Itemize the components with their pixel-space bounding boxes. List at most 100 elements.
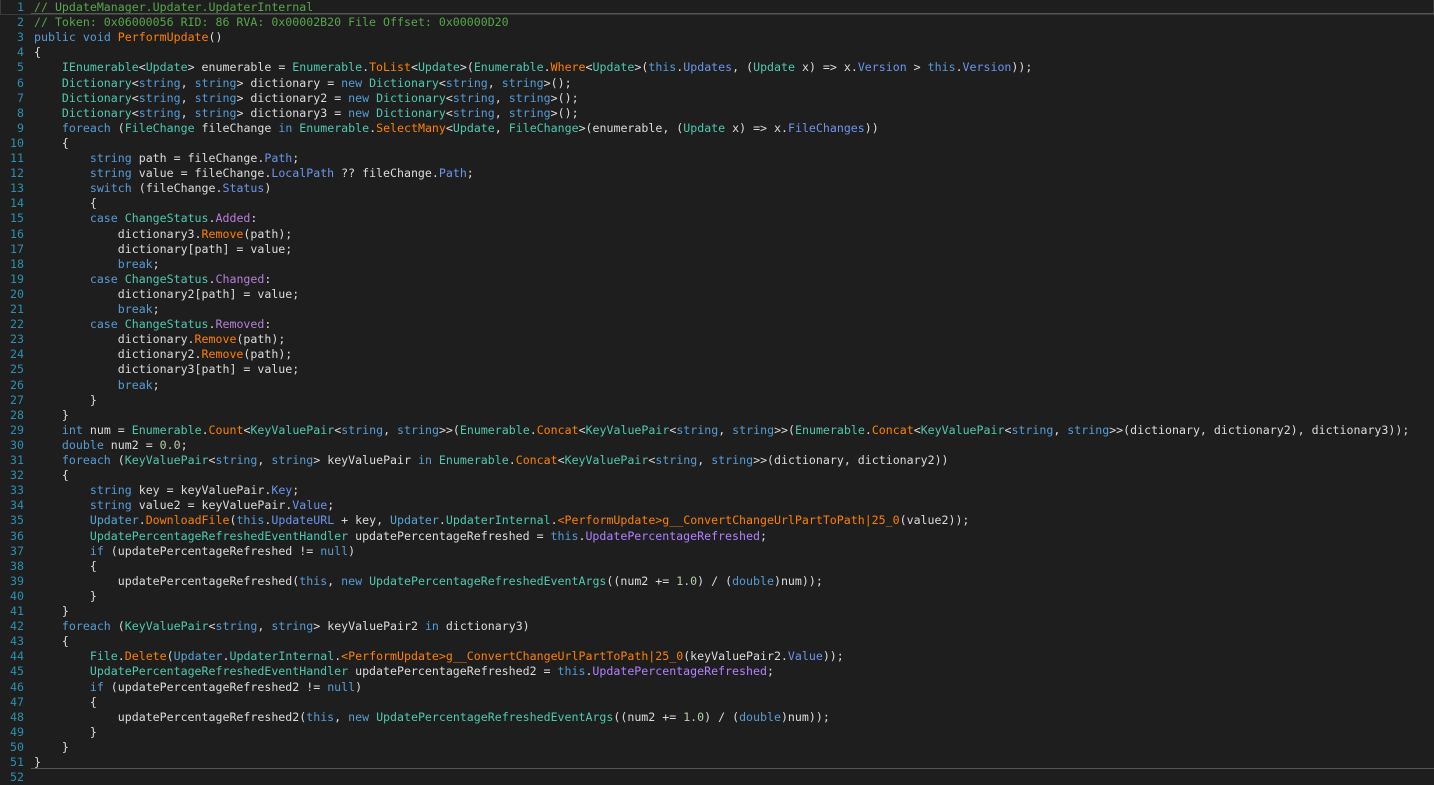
code-token: < — [131, 106, 139, 120]
code-line[interactable]: 13 switch (fileChange.Status) — [0, 180, 1434, 196]
code-line[interactable]: 18 break; — [0, 256, 1434, 272]
code-token: ; — [152, 378, 160, 392]
code-line[interactable]: 26 break; — [0, 377, 1434, 393]
line-number: 51 — [10, 755, 24, 769]
code-line[interactable]: 31 foreach (KeyValuePair<string, string>… — [0, 452, 1434, 468]
code-token: <PerformUpdate>g__ConvertChangeUrlPartTo… — [341, 649, 684, 663]
code-line[interactable]: 39 updatePercentageRefreshed(this, new U… — [0, 573, 1434, 589]
code-line[interactable]: 20 dictionary2[path] = value; — [0, 286, 1434, 302]
code-token: this — [927, 60, 956, 74]
code-token: in — [278, 121, 293, 135]
code-token: ; — [759, 529, 767, 543]
code-text: { — [30, 694, 97, 710]
code-line[interactable]: 29 int num = Enumerable.Count<KeyValuePa… — [0, 422, 1434, 438]
code-line[interactable]: 33 string key = keyValuePair.Key; — [0, 482, 1434, 498]
code-token: ChangeStatus — [124, 211, 209, 225]
code-text: IEnumerable<Update> enumerable = Enumera… — [30, 59, 1032, 75]
code-line[interactable]: 25 dictionary3[path] = value; — [0, 361, 1434, 377]
code-line[interactable]: 9 foreach (FileChange fileChange in Enum… — [0, 120, 1434, 136]
code-line[interactable]: 16 dictionary3.Remove(path); — [0, 226, 1434, 242]
code-token: if — [89, 680, 104, 694]
code-line[interactable]: 44 File.Delete(Updater.UpdaterInternal.<… — [0, 648, 1434, 664]
code-token: UpdateURL — [271, 513, 335, 527]
code-line[interactable]: 4{ — [0, 44, 1434, 60]
code-token: KeyValuePair — [124, 619, 209, 633]
code-token: Version — [962, 60, 1012, 74]
code-token: > dictionary2 = — [236, 91, 349, 105]
code-text: } — [30, 588, 97, 604]
code-line[interactable]: 11 string path = fileChange.Path; — [0, 150, 1434, 166]
code-token: Update — [145, 60, 188, 74]
code-token: )); — [822, 649, 844, 663]
code-editor[interactable]: 1 // UpdateManager.Updater.UpdaterInterna… — [0, 0, 1434, 785]
code-line[interactable]: 50 } — [0, 739, 1434, 755]
code-token: case — [89, 211, 118, 225]
code-line[interactable]: 42 foreach (KeyValuePair<string, string>… — [0, 618, 1434, 634]
code-line[interactable]: 46 if (updatePercentageRefreshed2 != nul… — [0, 679, 1434, 695]
code-token: string — [194, 91, 237, 105]
code-line[interactable]: 47 { — [0, 694, 1434, 710]
code-token: Enumerable — [292, 60, 363, 74]
code-token: new — [348, 91, 370, 105]
code-line[interactable]: 12 string value = fileChange.LocalPath ?… — [0, 165, 1434, 181]
code-text: if (updatePercentageRefreshed != null) — [30, 543, 355, 559]
code-line[interactable]: 24 dictionary2.Remove(path); — [0, 346, 1434, 362]
code-line[interactable]: 5 IEnumerable<Update> enumerable = Enume… — [0, 59, 1434, 75]
code-token: < — [410, 60, 418, 74]
line-number: 24 — [10, 347, 24, 361]
code-line[interactable]: 2 // Token: 0x06000056 RID: 86 RVA: 0x000… — [0, 14, 1434, 30]
code-text: foreach (KeyValuePair<string, string> ke… — [30, 618, 530, 634]
code-line[interactable]: 35 Updater.DownloadFile(this.UpdateURL +… — [0, 512, 1434, 528]
code-line[interactable]: 45 UpdatePercentageRefreshedEventHandler… — [0, 663, 1434, 679]
code-line[interactable]: 19 case ChangeStatus.Changed: — [0, 271, 1434, 287]
code-line[interactable]: 48 updatePercentageRefreshed2(this, new … — [0, 709, 1434, 725]
code-line[interactable]: 14 { — [0, 195, 1434, 211]
code-line[interactable]: 6 Dictionary<string, string> dictionary … — [0, 75, 1434, 91]
code-line[interactable]: 36 UpdatePercentageRefreshedEventHandler… — [0, 528, 1434, 544]
code-line[interactable]: 10 { — [0, 135, 1434, 151]
line-number: 50 — [10, 740, 24, 754]
code-line[interactable]: 28 } — [0, 407, 1434, 423]
code-token: , — [494, 106, 509, 120]
code-line[interactable]: 7 Dictionary<string, string> dictionary2… — [0, 90, 1434, 106]
code-line[interactable]: 22 case ChangeStatus.Removed: — [0, 316, 1434, 332]
code-token: Concat — [871, 423, 914, 437]
code-line[interactable]: 8 Dictionary<string, string> dictionary3… — [0, 105, 1434, 121]
line-number: 21 — [10, 302, 24, 316]
code-line[interactable]: 23 dictionary.Remove(path); — [0, 331, 1434, 347]
code-line[interactable]: 43 { — [0, 633, 1434, 649]
code-line[interactable]: 34 string value2 = keyValuePair.Value; — [0, 497, 1434, 513]
code-line[interactable]: 40 } — [0, 588, 1434, 604]
code-line[interactable]: 32 { — [0, 467, 1434, 483]
code-line[interactable]: 27 } — [0, 392, 1434, 408]
code-token: in — [417, 453, 432, 467]
code-line[interactable]: 30 double num2 = 0.0; — [0, 437, 1434, 453]
code-line[interactable]: 21 break; — [0, 301, 1434, 317]
code-line[interactable]: 15 case ChangeStatus.Added: — [0, 210, 1434, 226]
code-token: (fileChange. — [131, 181, 223, 195]
code-line[interactable]: 49 } — [0, 724, 1434, 740]
code-token: < — [438, 76, 446, 90]
code-token: string — [711, 453, 754, 467]
code-token: , — [494, 121, 509, 135]
code-token: > keyValuePair — [313, 453, 418, 467]
code-line[interactable]: 52 — [0, 769, 1434, 785]
code-line[interactable]: 38 { — [0, 558, 1434, 574]
code-token: string — [508, 106, 551, 120]
code-token: UpdatePercentageRefreshedEventArgs — [376, 710, 614, 724]
code-line[interactable]: 37 if (updatePercentageRefreshed != null… — [0, 543, 1434, 559]
code-token: ) / ( — [704, 710, 740, 724]
code-line[interactable]: 3 public void PerformUpdate() — [0, 29, 1434, 45]
code-line[interactable]: 17 dictionary[path] = value; — [0, 241, 1434, 257]
code-token: (path); — [243, 227, 293, 241]
code-token: UpdatePercentageRefreshedEventHandler — [89, 529, 349, 543]
code-token: < — [445, 106, 453, 120]
code-line[interactable]: 41 } — [0, 603, 1434, 619]
code-token: , — [718, 423, 733, 437]
code-token: this — [557, 664, 586, 678]
